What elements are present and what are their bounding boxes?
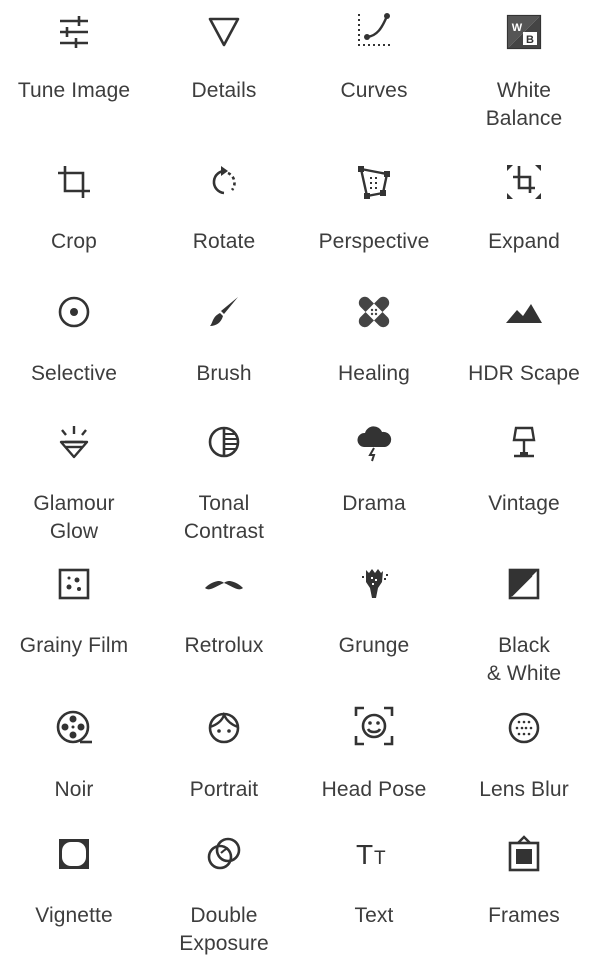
tool-curves[interactable]: Curves <box>300 0 448 150</box>
tool-label: Expand <box>488 230 560 253</box>
text-icon-small-t: T <box>374 848 386 869</box>
tool-label: Healing <box>338 362 410 385</box>
hdr-scape-icon <box>502 290 546 334</box>
tool-perspective[interactable]: Perspective <box>300 150 448 278</box>
tool-brush[interactable]: Brush <box>150 278 298 408</box>
tool-label: Details <box>191 79 257 102</box>
tool-label: Drama <box>342 492 406 515</box>
expand-icon <box>502 160 546 204</box>
healing-icon <box>352 290 396 334</box>
perspective-icon <box>352 160 396 204</box>
tool-details[interactable]: Details <box>150 0 298 150</box>
tool-tune-image[interactable]: Tune Image <box>0 0 148 150</box>
crop-icon <box>52 160 96 204</box>
tool-label: Vignette <box>35 904 113 927</box>
details-icon <box>202 10 246 54</box>
tool-label: HDR Scape <box>468 362 580 385</box>
selective-icon <box>52 290 96 334</box>
tool-label: Head Pose <box>321 778 427 801</box>
tool-label: Lens Blur <box>479 778 569 801</box>
tool-vignette[interactable]: Vignette <box>0 824 148 954</box>
tool-label: Retrolux <box>184 634 264 657</box>
tool-tonal-contrast[interactable]: Tonal Contrast <box>150 408 298 550</box>
curves-icon <box>352 8 396 52</box>
tool-label: Vintage <box>488 492 560 515</box>
tune-image-icon <box>52 10 96 54</box>
tool-drama[interactable]: Drama <box>300 408 448 550</box>
tool-label: White Balance <box>485 79 563 130</box>
grainy-film-icon <box>52 562 96 606</box>
white-balance-icon: W B <box>502 10 546 54</box>
tool-expand[interactable]: Expand <box>450 150 593 278</box>
brush-icon <box>202 290 246 334</box>
tool-label: Grainy Film <box>19 634 129 657</box>
text-icon: T T <box>352 832 396 876</box>
tool-hdr-scape[interactable]: HDR Scape <box>450 278 593 408</box>
tool-lens-blur[interactable]: Lens Blur <box>450 696 593 824</box>
tool-rotate[interactable]: Rotate <box>150 150 298 278</box>
tool-label: Grunge <box>338 634 410 657</box>
tool-label: Crop <box>51 230 97 253</box>
frames-icon <box>502 832 546 876</box>
tool-grainy-film[interactable]: Grainy Film <box>0 550 148 696</box>
tool-label: Glamour Glow <box>33 492 115 543</box>
tool-portrait[interactable]: Portrait <box>150 696 298 824</box>
tool-label: Brush <box>196 362 252 385</box>
head-pose-icon <box>352 704 396 748</box>
tool-label: Rotate <box>192 230 256 253</box>
tool-label: Selective <box>30 362 118 385</box>
rotate-icon <box>202 160 246 204</box>
tool-label: Double Exposure <box>179 904 269 955</box>
tool-head-pose[interactable]: Head Pose <box>300 696 448 824</box>
tonal-contrast-icon <box>202 420 246 464</box>
tool-healing[interactable]: Healing <box>300 278 448 408</box>
glamour-glow-icon <box>52 420 96 464</box>
tool-noir[interactable]: Noir <box>0 696 148 824</box>
text-icon-big-t: T <box>356 839 373 870</box>
tool-label: Tune Image <box>17 79 131 102</box>
tool-label: Portrait <box>189 778 259 801</box>
tool-grunge[interactable]: Grunge <box>300 550 448 696</box>
tool-retrolux[interactable]: Retrolux <box>150 550 298 696</box>
tool-white-balance[interactable]: W B White Balance <box>450 0 593 150</box>
tool-label: Tonal Contrast <box>183 492 265 543</box>
tool-label: Text <box>354 904 394 927</box>
tool-crop[interactable]: Crop <box>0 150 148 278</box>
tool-frames[interactable]: Frames <box>450 824 593 954</box>
tool-double-exposure[interactable]: Double Exposure <box>150 824 298 955</box>
black-and-white-icon <box>502 562 546 606</box>
lens-blur-icon <box>502 706 546 750</box>
tool-label: Frames <box>488 904 560 927</box>
tool-glamour-glow[interactable]: Glamour Glow <box>0 408 148 550</box>
tool-label: Noir <box>54 778 94 801</box>
grunge-icon <box>352 562 396 606</box>
white-balance-w-text: W <box>512 22 523 34</box>
double-exposure-icon <box>202 832 246 876</box>
tool-vintage[interactable]: Vintage <box>450 408 593 550</box>
tool-label: Perspective <box>318 230 430 253</box>
tool-label: Curves <box>340 79 408 102</box>
portrait-icon <box>202 706 246 750</box>
tool-text[interactable]: T T Text <box>300 824 448 954</box>
tool-black-and-white[interactable]: Black & White <box>450 550 593 696</box>
white-balance-b-text: B <box>526 34 534 46</box>
tool-selective[interactable]: Selective <box>0 278 148 408</box>
vintage-icon <box>502 420 546 464</box>
drama-icon <box>352 420 396 464</box>
noir-icon <box>52 706 96 750</box>
tool-label: Black & White <box>486 634 562 685</box>
vignette-icon <box>52 832 96 876</box>
retrolux-icon <box>202 562 246 606</box>
